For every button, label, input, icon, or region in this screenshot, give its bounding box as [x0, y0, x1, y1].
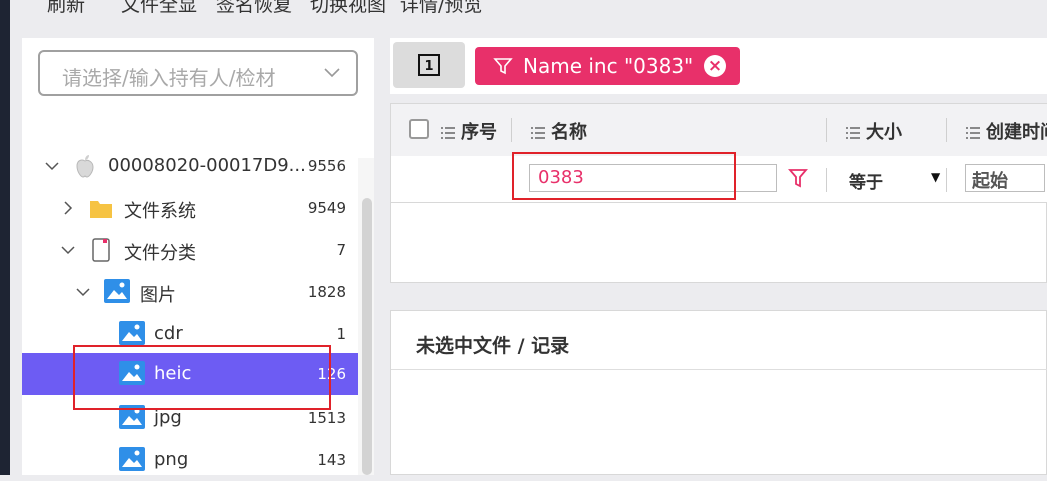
- folder-icon: [90, 201, 112, 218]
- window-edge: [0, 0, 10, 475]
- menu-switch-view[interactable]: 切换视图: [310, 0, 386, 18]
- tree-item-label: 图片: [140, 285, 176, 306]
- column-header-name[interactable]: 名称: [531, 118, 587, 144]
- column-header-created[interactable]: 创建时间: [966, 118, 1047, 144]
- tree-item-label: 文件分类: [124, 243, 196, 264]
- grid-header: 序号 名称 大小 创建时间: [391, 104, 1047, 157]
- owner-select[interactable]: 请选择/输入持有人/检材: [38, 50, 358, 96]
- tree-item-count: 9549: [307, 199, 346, 217]
- menu-signature-recovery[interactable]: 签名恢复: [216, 0, 292, 18]
- svg-text:1: 1: [424, 59, 433, 74]
- chevron-right-icon[interactable]: [60, 200, 76, 216]
- owner-select-placeholder: 请选择/输入持有人/检材: [62, 66, 276, 90]
- menubar: 刷新 文件全显 签名恢复 切换视图 详情/预览: [10, 0, 1047, 26]
- date-start-placeholder: 起始: [972, 171, 1008, 192]
- tree-item-label: jpg: [154, 407, 182, 428]
- column-header-index[interactable]: 序号: [441, 118, 497, 144]
- chevron-down-icon[interactable]: [75, 284, 91, 300]
- tree-item-label: cdr: [154, 323, 183, 344]
- tree-item-label: 文件系统: [124, 201, 196, 222]
- image-icon: [119, 321, 145, 345]
- active-filter-chip[interactable]: Name inc "0383" ×: [475, 47, 740, 85]
- column-menu-icon: [966, 127, 980, 139]
- tree-item-file-category[interactable]: 文件分类 7: [22, 229, 358, 271]
- column-divider: [826, 168, 827, 192]
- divider: [391, 369, 1047, 370]
- column-divider[interactable]: [826, 118, 827, 142]
- remove-filter-icon[interactable]: ×: [704, 55, 726, 77]
- detail-title: 未选中文件 / 记录: [416, 335, 570, 357]
- column-menu-icon: [441, 127, 455, 139]
- column-header-label: 大小: [866, 122, 902, 143]
- tree-item-device[interactable]: 00008020-00017D9... 9556: [22, 145, 358, 187]
- annotation-highlight-box: [512, 152, 736, 200]
- column-toggle-icon: 1: [418, 54, 440, 76]
- column-toggle-button[interactable]: 1: [393, 42, 465, 88]
- tree-item-count: 1828: [307, 283, 346, 301]
- chevron-down-icon[interactable]: [60, 242, 76, 258]
- column-divider[interactable]: [511, 118, 512, 142]
- tree-item-label: png: [154, 449, 189, 470]
- chevron-down-icon[interactable]: [44, 158, 60, 174]
- column-menu-icon: [531, 127, 545, 139]
- apple-icon: [76, 155, 94, 178]
- column-menu-icon: [846, 127, 860, 139]
- image-icon: [104, 279, 130, 303]
- tree-item-count: 1: [336, 325, 346, 343]
- column-header-label: 序号: [461, 122, 497, 143]
- menu-refresh[interactable]: 刷新: [47, 0, 85, 18]
- filter-icon[interactable]: [788, 167, 808, 189]
- column-header-label: 名称: [551, 122, 587, 143]
- filter-toolbar: 1 Name inc "0383" ×: [390, 38, 1047, 94]
- tree-item-filesystem[interactable]: 文件系统 9549: [22, 187, 358, 229]
- dropdown-arrow-icon[interactable]: ▼: [931, 170, 940, 184]
- select-all-checkbox[interactable]: [409, 119, 429, 139]
- filter-chip-label: Name inc "0383": [523, 54, 694, 78]
- menu-show-all-files[interactable]: 文件全显: [121, 0, 197, 18]
- size-operator-select[interactable]: 等于: [849, 168, 883, 193]
- tree-item-count: 143: [317, 451, 346, 469]
- image-icon: [119, 447, 145, 471]
- detail-panel: 未选中文件 / 记录: [390, 310, 1047, 475]
- tree-item-label: 00008020-00017D9...: [108, 155, 306, 176]
- column-header-label: 创建时间: [986, 122, 1047, 143]
- tree-scrollbar-thumb[interactable]: [362, 198, 372, 475]
- menu-detail-preview[interactable]: 详情/预览: [400, 0, 482, 18]
- tree-item-pictures[interactable]: 图片 1828: [22, 271, 358, 313]
- column-header-size[interactable]: 大小: [846, 118, 902, 144]
- tree-item-count: 1513: [307, 409, 346, 427]
- tree-item-count: 7: [336, 241, 346, 259]
- tree-item-count: 9556: [307, 157, 346, 175]
- annotation-highlight-box: [73, 345, 331, 410]
- column-divider: [946, 168, 947, 192]
- document-icon: [92, 238, 110, 262]
- chevron-down-icon: [324, 68, 340, 78]
- filter-icon: [493, 58, 513, 75]
- date-start-input[interactable]: 起始: [965, 164, 1045, 192]
- column-divider[interactable]: [946, 118, 947, 142]
